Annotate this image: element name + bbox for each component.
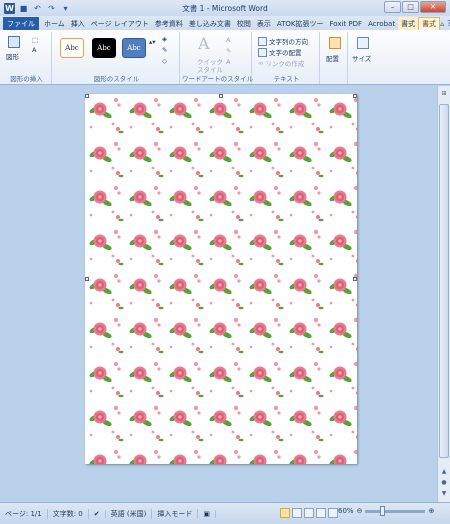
group-label-shape-styles: 図形のスタイル xyxy=(93,75,140,83)
tab-references[interactable]: 参考資料 xyxy=(152,17,186,30)
text-effects-icon[interactable]: A xyxy=(226,58,230,66)
align-text-button[interactable]: 文字の配置 xyxy=(258,47,302,57)
style-preset-3[interactable]: Abc xyxy=(122,38,146,58)
outline-icon[interactable] xyxy=(316,508,326,518)
group-insert-shapes: 図形 ⬚ A 図形の挿入 xyxy=(2,32,52,84)
status-word-count[interactable]: 文字数: 0 xyxy=(48,508,89,519)
ribbon-tabs: ファイル ホーム 挿入 ページ レイアウト 参考資料 差し込み文書 校閲 表示 … xyxy=(0,16,450,30)
proofing-icon: ✔ xyxy=(93,509,100,518)
maximize-icon[interactable]: □ xyxy=(402,1,419,13)
close-icon[interactable]: ✕ xyxy=(420,1,446,13)
tab-page-layout[interactable]: ページ レイアウト xyxy=(88,17,152,30)
status-mode[interactable]: 挿入モード xyxy=(152,508,199,519)
browse-object-icon[interactable]: ● xyxy=(439,477,449,487)
shape-outline-icon[interactable]: ✎ xyxy=(162,46,167,54)
shapes-icon[interactable] xyxy=(8,36,20,48)
status-page[interactable]: ページ: 1/1 xyxy=(0,508,48,519)
resize-handle-top[interactable] xyxy=(219,94,223,98)
text-direction-button[interactable]: 文字列の方向 xyxy=(258,36,308,46)
resize-handle-left[interactable] xyxy=(85,277,89,281)
minimize-ribbon-icon[interactable]: ▵ xyxy=(440,19,444,28)
tab-insert[interactable]: 挿入 xyxy=(68,17,88,30)
next-page-icon[interactable]: ▼ xyxy=(439,488,449,498)
style-preset-2[interactable]: Abc xyxy=(92,38,116,58)
minimize-icon[interactable]: – xyxy=(384,1,401,13)
zoom-in-icon[interactable]: ⊕ xyxy=(428,507,434,515)
full-screen-reading-icon[interactable] xyxy=(292,508,302,518)
status-macro[interactable]: ▣ xyxy=(198,509,216,518)
status-bar: ページ: 1/1 文字数: 0 ✔ 英語 (米国) 挿入モード ▣ 60% ⊖ … xyxy=(0,502,450,524)
quick-access-toolbar: W ■ ↶ ↷ ▾ xyxy=(0,2,71,14)
arrange-label: 配置 xyxy=(326,55,339,63)
status-proofing[interactable]: ✔ xyxy=(89,509,106,518)
text-outline-icon[interactable]: ✎ xyxy=(226,47,231,55)
align-text-label: 文字の配置 xyxy=(269,49,302,57)
textbox-icon[interactable]: A xyxy=(32,46,36,54)
tab-view[interactable]: 表示 xyxy=(254,17,274,30)
vertical-scrollbar[interactable]: ⊞ ▲ ● ▼ xyxy=(437,86,450,502)
tab-acrobat[interactable]: Acrobat xyxy=(365,17,398,30)
tab-home[interactable]: ホーム xyxy=(41,17,68,30)
group-label-insert-shapes: 図形の挿入 xyxy=(10,75,43,83)
tab-file[interactable]: ファイル xyxy=(3,17,39,30)
undo-icon[interactable]: ↶ xyxy=(32,3,43,14)
word-logo-icon[interactable]: W xyxy=(4,2,15,14)
styles-scroll-icon[interactable]: ▴▾ xyxy=(149,38,156,46)
zoom-level[interactable]: 60% xyxy=(338,507,354,515)
group-wordart: A クイック スタイル A ✎ A ワードアートのスタイル xyxy=(182,32,254,84)
zoom-slider-knob[interactable] xyxy=(379,505,385,516)
text-direction-label: 文字列の方向 xyxy=(269,38,308,46)
text-direction-icon xyxy=(258,36,267,46)
tab-review[interactable]: 校閲 xyxy=(234,17,254,30)
shape-fill-icon[interactable]: ◈ xyxy=(162,35,167,43)
shapes-button[interactable]: 図形 xyxy=(6,51,19,61)
tab-format-drawing[interactable]: 書式 xyxy=(418,17,441,30)
document-page[interactable] xyxy=(85,94,357,464)
redo-icon[interactable]: ↷ xyxy=(46,3,57,14)
status-language[interactable]: 英語 (米国) xyxy=(106,508,153,519)
group-size[interactable]: サイズ xyxy=(350,32,376,84)
group-arrange[interactable]: 配置 xyxy=(322,32,348,84)
zoom-out-icon[interactable]: ⊖ xyxy=(357,507,363,515)
shape-effects-icon[interactable]: ◇ xyxy=(162,57,167,65)
text-fill-icon[interactable]: A xyxy=(226,36,230,44)
resize-handle-top-right[interactable] xyxy=(353,94,357,98)
view-buttons xyxy=(280,508,338,518)
print-layout-icon[interactable] xyxy=(280,508,290,518)
create-link-button[interactable]: ∞ リンクの作成 xyxy=(258,58,304,68)
style-preset-1[interactable]: Abc xyxy=(60,38,84,58)
web-layout-icon[interactable] xyxy=(304,508,314,518)
size-label: サイズ xyxy=(352,55,372,63)
customize-icon[interactable]: ▾ xyxy=(60,3,71,14)
group-label-wordart: ワードアートのスタイル xyxy=(182,75,254,83)
zoom-slider[interactable] xyxy=(365,505,426,516)
title-bar: W ■ ↶ ↷ ▾ 文書 1 - Microsoft Word – □ ✕ xyxy=(0,0,450,16)
create-link-label: リンクの作成 xyxy=(265,60,305,68)
draft-icon[interactable] xyxy=(328,508,338,518)
tab-atok[interactable]: ATOK拡張ツー xyxy=(274,17,327,30)
resize-handle-right[interactable] xyxy=(353,277,357,281)
tab-format-picture[interactable]: 書式 xyxy=(398,17,419,30)
wordart-icon[interactable]: A xyxy=(198,34,210,53)
edit-shape-icon[interactable]: ⬚ xyxy=(32,36,38,44)
link-icon: ∞ xyxy=(258,59,264,67)
size-icon xyxy=(357,37,369,49)
resize-handle-top-left[interactable] xyxy=(85,94,89,98)
save-icon[interactable]: ■ xyxy=(18,3,29,14)
zoom-control: 60% ⊖ ⊕ xyxy=(338,505,434,516)
tab-mailings[interactable]: 差し込み文書 xyxy=(186,17,234,30)
arrange-icon xyxy=(329,37,341,49)
previous-page-icon[interactable]: ▲ xyxy=(439,466,449,476)
group-shape-styles: Abc Abc Abc ▴▾ ◈ ✎ ◇ 図形のスタイル xyxy=(54,32,180,84)
group-text: 文字列の方向 文字の配置 ∞ リンクの作成 テキスト xyxy=(254,32,320,84)
align-text-icon xyxy=(258,47,267,57)
group-label-text: テキスト xyxy=(273,75,300,83)
document-area xyxy=(0,86,437,502)
ribbon: 図形 ⬚ A 図形の挿入 Abc Abc Abc ▴▾ ◈ ✎ ◇ 図形のスタイ… xyxy=(0,30,450,85)
rose-pattern-shape[interactable] xyxy=(85,94,357,464)
tab-foxit[interactable]: Foxit PDF xyxy=(327,17,366,30)
ruler-toggle-icon[interactable]: ⊞ xyxy=(439,88,449,98)
macro-icon: ▣ xyxy=(203,509,210,518)
scroll-thumb[interactable] xyxy=(439,104,449,458)
